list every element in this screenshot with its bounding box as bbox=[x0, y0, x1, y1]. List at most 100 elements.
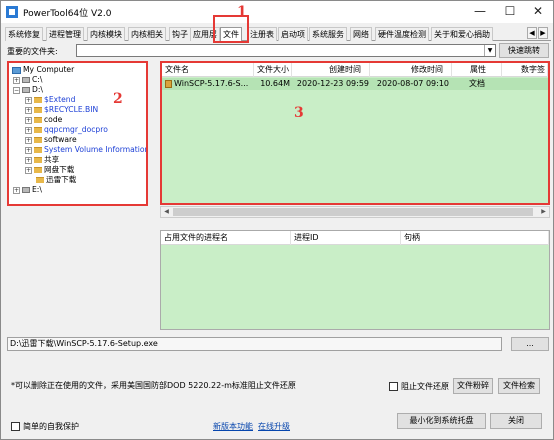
tree-item-qqpcmgr[interactable]: + qqpcmgr_docpro bbox=[25, 125, 108, 135]
column-header-size[interactable]: 文件大小 bbox=[254, 63, 292, 77]
tab-hardware-temperature[interactable]: 硬件温度检测 bbox=[375, 27, 429, 41]
annotation-3: 3 bbox=[294, 105, 304, 121]
close-window-button[interactable]: ✕ bbox=[523, 1, 553, 23]
tree-item-system-volume-information[interactable]: + System Volume Information bbox=[25, 145, 148, 155]
tab-network[interactable]: 网络 bbox=[350, 27, 372, 41]
self-protect-checkbox[interactable] bbox=[11, 422, 20, 431]
splitter[interactable] bbox=[152, 61, 157, 331]
tab-process-manager[interactable]: 进程管理 bbox=[46, 27, 84, 41]
online-upgrade-link[interactable]: 在线升级 bbox=[258, 421, 290, 432]
column-header-handle[interactable]: 句柄 bbox=[401, 231, 549, 245]
expand-icon[interactable]: + bbox=[25, 146, 32, 154]
annotation-1: 1 bbox=[237, 4, 247, 20]
collapse-icon[interactable]: − bbox=[13, 86, 20, 94]
title-bar: PowerTool64位 V2.0 — ☐ ✕ bbox=[1, 1, 553, 23]
scrollbar-thumb[interactable] bbox=[173, 208, 533, 216]
tab-startup[interactable]: 启动项 bbox=[278, 27, 308, 41]
tab-hooks[interactable]: 钩子 bbox=[169, 27, 191, 41]
file-list-horizontal-scrollbar[interactable]: ◀ ▶ bbox=[160, 206, 550, 218]
folder-icon bbox=[34, 157, 42, 163]
file-list: 文件名 文件大小 创建时间 修改时间 属性 数字签 WinSCP-5.17.6-… bbox=[160, 61, 550, 205]
scroll-right-icon[interactable]: ▶ bbox=[538, 207, 549, 217]
folder-icon bbox=[34, 137, 42, 143]
file-shred-button[interactable]: 文件粉碎 bbox=[453, 378, 493, 394]
tree-item-software[interactable]: + software bbox=[25, 135, 77, 145]
tab-registry[interactable]: 注册表 bbox=[247, 27, 277, 41]
tree-label: $RECYCLE.BIN bbox=[44, 105, 99, 114]
column-header-process-id[interactable]: 进程ID bbox=[291, 231, 401, 245]
folder-icon bbox=[34, 97, 42, 103]
file-size: 10.64M bbox=[260, 79, 290, 88]
tree-item-c-drive[interactable]: + C:\ bbox=[13, 75, 42, 85]
folder-icon bbox=[34, 167, 42, 173]
expand-icon[interactable]: + bbox=[25, 106, 32, 114]
expand-icon[interactable]: + bbox=[25, 166, 32, 174]
column-header-signature[interactable]: 数字签 bbox=[502, 63, 548, 77]
file-modified: 2020-08-07 09:10 bbox=[376, 79, 449, 88]
browse-button[interactable]: ... bbox=[511, 337, 549, 351]
tab-scroll-left-icon[interactable]: ◀ bbox=[527, 27, 537, 39]
expand-icon[interactable]: + bbox=[25, 96, 32, 104]
important-folder-dropdown[interactable]: ▼ bbox=[76, 44, 496, 57]
expand-icon[interactable]: + bbox=[25, 156, 32, 164]
important-folder-label: 重要的文件夹: bbox=[7, 47, 58, 56]
tree-item-d-drive[interactable]: − D:\ bbox=[13, 85, 43, 95]
tree-item-extend[interactable]: + $Extend bbox=[25, 95, 75, 105]
minimize-to-tray-button[interactable]: 最小化到系统托盘 bbox=[397, 413, 486, 429]
tree-item-recycle-bin[interactable]: + $RECYCLE.BIN bbox=[25, 105, 98, 115]
tree-item-code[interactable]: + code bbox=[25, 115, 62, 125]
prevent-restore-checkbox[interactable] bbox=[389, 382, 398, 391]
main-window: PowerTool64位 V2.0 — ☐ ✕ 系统修复 进程管理 内核模块 内… bbox=[0, 0, 554, 440]
new-features-link[interactable]: 新版本功能 bbox=[213, 421, 253, 432]
tab-system-repair[interactable]: 系统修复 bbox=[5, 27, 43, 41]
drive-icon bbox=[22, 87, 30, 93]
maximize-button[interactable]: ☐ bbox=[495, 1, 525, 23]
tree-item-shared[interactable]: + 共享 bbox=[25, 155, 59, 165]
drive-icon bbox=[22, 77, 30, 83]
column-header-created[interactable]: 创建时间 bbox=[292, 63, 370, 77]
column-header-name[interactable]: 文件名 bbox=[162, 63, 254, 77]
minimize-button[interactable]: — bbox=[465, 1, 495, 23]
installer-file-icon bbox=[165, 79, 172, 88]
column-header-modified[interactable]: 修改时间 bbox=[370, 63, 452, 77]
file-search-button[interactable]: 文件检索 bbox=[498, 378, 540, 394]
column-header-process-name[interactable]: 占用文件的进程名 bbox=[161, 231, 291, 245]
table-row[interactable]: WinSCP-5.17.6-S... 10.64M 2020-12-23 09:… bbox=[162, 78, 548, 90]
tree-label: $Extend bbox=[44, 95, 76, 104]
tree-label: System Volume Information bbox=[44, 145, 148, 154]
tab-scroll-right-icon[interactable]: ▶ bbox=[538, 27, 548, 39]
self-protect-label: 简单的自我保护 bbox=[23, 422, 79, 431]
tab-about-donate[interactable]: 关于和爱心捐助 bbox=[431, 27, 493, 41]
tab-kernel-modules[interactable]: 内核模块 bbox=[87, 27, 125, 41]
tree-label: C:\ bbox=[32, 75, 43, 84]
expand-icon[interactable]: + bbox=[25, 126, 32, 134]
drive-icon bbox=[22, 187, 30, 193]
folder-icon bbox=[36, 177, 44, 183]
chevron-down-icon[interactable]: ▼ bbox=[484, 45, 495, 56]
current-path-field[interactable]: D:\迅雷下载\WinSCP-5.17.6-Setup.exe bbox=[7, 337, 502, 351]
folder-icon bbox=[34, 127, 42, 133]
tree-label: 网盘下载 bbox=[44, 165, 75, 174]
scroll-left-icon[interactable]: ◀ bbox=[161, 207, 172, 217]
folder-tree: My Computer + C:\ − D:\ + $Extend + $RECYCLE… bbox=[7, 61, 148, 206]
file-signature bbox=[504, 78, 548, 90]
tree-item-xunlei-downloads[interactable]: 迅雷下载 bbox=[36, 175, 76, 185]
quick-jump-button[interactable]: 快速跳转 bbox=[499, 43, 549, 58]
column-header-attributes[interactable]: 属性 bbox=[452, 63, 502, 77]
file-name: WinSCP-5.17.6-S... bbox=[174, 79, 249, 88]
close-button[interactable]: 关闭 bbox=[490, 413, 542, 429]
expand-icon[interactable]: + bbox=[25, 116, 32, 124]
shred-note: *可以删除正在使用的文件，采用美国国防部DOD 5220.22-m标准阻止文件还… bbox=[11, 381, 296, 390]
tree-label: qqpcmgr_docpro bbox=[44, 125, 108, 134]
tree-item-e-drive[interactable]: + E:\ bbox=[13, 185, 42, 195]
main-tab-bar: 系统修复 进程管理 内核模块 内核相关 钩子 应用层 文件 注册表 启动项 系统… bbox=[5, 27, 551, 42]
file-name-cell: WinSCP-5.17.6-S... bbox=[165, 78, 253, 90]
expand-icon[interactable]: + bbox=[13, 186, 20, 194]
folder-icon bbox=[34, 147, 42, 153]
expand-icon[interactable]: + bbox=[13, 76, 20, 84]
tree-item-netdisk-downloads[interactable]: + 网盘下载 bbox=[25, 165, 74, 175]
tab-system-services[interactable]: 系统服务 bbox=[309, 27, 347, 41]
tab-kernel-related[interactable]: 内核相关 bbox=[128, 27, 166, 41]
tree-root[interactable]: My Computer bbox=[12, 65, 74, 75]
expand-icon[interactable]: + bbox=[25, 136, 32, 144]
